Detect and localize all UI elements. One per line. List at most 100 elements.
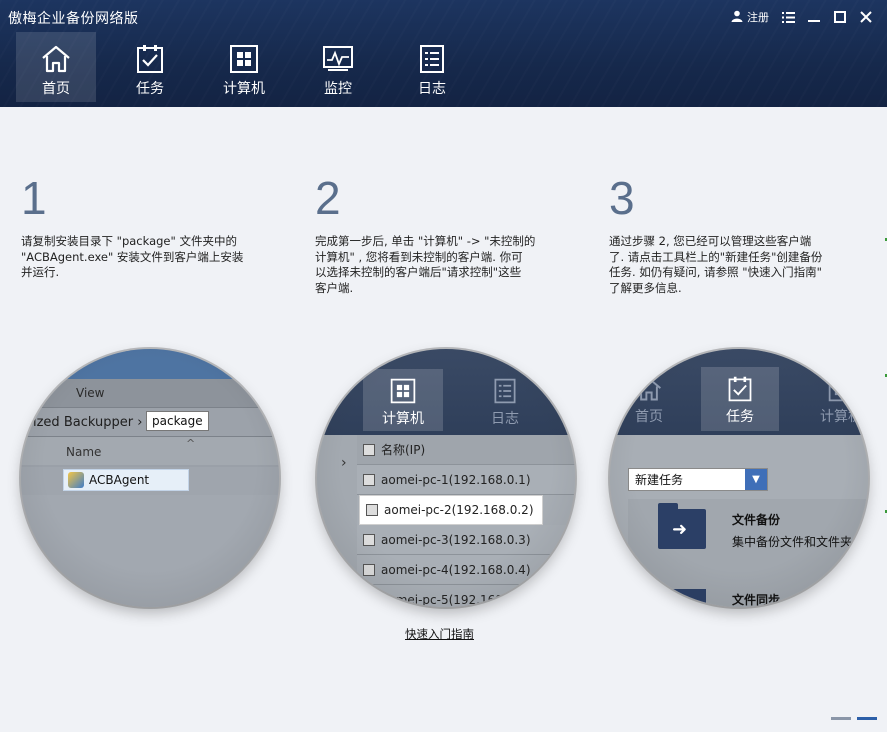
illustration-tab-computer: 计算机 bbox=[802, 367, 868, 431]
explorer-file-name: ACBAgent bbox=[89, 473, 150, 487]
illustration-tab-home-label: 首页 bbox=[635, 409, 663, 425]
nav-tasks-label: 任务 bbox=[136, 81, 164, 97]
step-line: 了解更多信息. bbox=[609, 280, 682, 295]
computer-row-label: aomei-pc-5(192.168.0.5) bbox=[381, 592, 531, 607]
illustration-tab-task: 任务 bbox=[701, 367, 779, 431]
nav-monitor[interactable]: 监控 bbox=[298, 32, 378, 102]
illustration-explorer: View ized Backupper › package Name ^ ACB… bbox=[21, 349, 279, 607]
page-dot-2[interactable] bbox=[857, 717, 877, 720]
maximize-icon[interactable] bbox=[827, 7, 853, 27]
step-line: 请复制安装目录下 "package" 文件夹中的 bbox=[21, 234, 237, 248]
new-task-select-value: 新建任务 bbox=[635, 473, 684, 487]
computer-row: aomei-pc-4(192.168.0.4) bbox=[357, 555, 575, 585]
checkbox-icon bbox=[363, 593, 375, 606]
explorer-titlebar bbox=[21, 349, 279, 379]
checkbox-icon bbox=[363, 443, 375, 456]
computer-row-label: aomei-pc-2(192.168.0.2) bbox=[384, 503, 534, 517]
illustration-new-task-select: 新建任务 ▼ bbox=[628, 468, 768, 491]
file-backup-title: 文件备份 bbox=[732, 513, 781, 527]
explorer-package-folder: package bbox=[146, 411, 209, 431]
nav-computers[interactable]: 计算机 bbox=[204, 32, 284, 102]
task-icon bbox=[728, 376, 752, 402]
step-line: 任务. 如仍有疑问, 请参照 "快速入门指南" bbox=[609, 265, 822, 279]
file-sync-title: 文件同步 bbox=[732, 593, 781, 607]
file-backup-desc: 集中备份文件和文件夹 bbox=[732, 535, 853, 549]
nav-home[interactable]: 首页 bbox=[16, 32, 96, 102]
register-button[interactable]: 注册 bbox=[731, 9, 775, 25]
nav-logs[interactable]: 日志 bbox=[392, 32, 472, 102]
explorer-file-item: ACBAgent bbox=[63, 469, 189, 491]
task-icon bbox=[137, 45, 163, 73]
computer-row-label: aomei-pc-1(192.168.0.1) bbox=[381, 472, 531, 487]
page-indicator bbox=[831, 717, 877, 720]
illustration-new-task: 首页 任务 计算机 新建任务 ▼ ➜ 文件备份 集中备份文件和文件夹 文件同步 bbox=[610, 349, 868, 607]
illustration-computer-list: 名称(IP) aomei-pc-1(192.168.0.1) aomei-pc-… bbox=[357, 435, 575, 607]
step-3: 3 通过步骤 2, 您已经可以管理这些客户端 了. 请点击工具栏上的"新建任务"… bbox=[609, 172, 844, 296]
computer-icon bbox=[828, 376, 854, 402]
nav-monitor-label: 监控 bbox=[324, 81, 352, 97]
computer-icon bbox=[390, 378, 416, 404]
checkbox-icon bbox=[363, 563, 375, 576]
step-line: 客户端. bbox=[315, 280, 354, 295]
illustration-tab-log-label: 日志 bbox=[491, 411, 519, 427]
step-line: 了. 请点击工具栏上的"新建任务"创建备份 bbox=[609, 249, 823, 264]
explorer-view-menu: View bbox=[76, 386, 105, 400]
nav-home-label: 首页 bbox=[42, 81, 70, 97]
window-controls: 注册 bbox=[731, 7, 879, 27]
step-description: 请复制安装目录下 "package" 文件夹中的 "ACBAgent.exe" … bbox=[21, 234, 256, 281]
home-icon bbox=[637, 377, 661, 401]
minimize-icon[interactable] bbox=[801, 7, 827, 27]
step-1: 1 请复制安装目录下 "package" 文件夹中的 "ACBAgent.exe… bbox=[21, 172, 256, 281]
page-dot-1[interactable] bbox=[831, 717, 851, 720]
nav-computers-label: 计算机 bbox=[223, 81, 265, 97]
computer-row-label: aomei-pc-3(192.168.0.3) bbox=[381, 532, 531, 547]
app-title: 傲梅企业备份网络版 bbox=[8, 11, 139, 27]
step-line: 完成第一步后, 单击 "计算机" -> "未控制的 bbox=[315, 234, 536, 248]
checkbox-icon bbox=[363, 533, 375, 546]
main-nav: 首页 任务 计算机 监控 日志 bbox=[16, 32, 486, 102]
computer-row-highlighted: aomei-pc-2(192.168.0.2) bbox=[359, 495, 543, 525]
illustration-task-panel: ➜ 文件备份 集中备份文件和文件夹 文件同步 bbox=[628, 499, 868, 607]
illustration-tab-computer-label: 计算机 bbox=[382, 411, 424, 427]
checkbox-icon bbox=[363, 473, 375, 486]
nav-tasks[interactable]: 任务 bbox=[110, 32, 190, 102]
sort-caret-icon: ^ bbox=[186, 437, 196, 450]
illustration-sidebar: › bbox=[317, 435, 357, 607]
explorer-path: ized Backupper › bbox=[33, 415, 143, 430]
agent-exe-icon bbox=[68, 472, 84, 488]
log-icon bbox=[420, 45, 444, 73]
computer-row: aomei-pc-5(192.168.0.5) bbox=[357, 585, 575, 607]
illustration-tab-computer: 计算机 bbox=[363, 369, 443, 431]
explorer-menubar: View bbox=[21, 379, 279, 407]
step-number: 1 bbox=[21, 172, 47, 224]
computer-icon bbox=[230, 45, 258, 73]
folder-icon bbox=[658, 589, 706, 607]
monitor-icon bbox=[323, 46, 353, 71]
step-line: "ACBAgent.exe" 安装文件到客户端上安装 bbox=[21, 249, 244, 264]
column-name-ip: 名称(IP) bbox=[381, 443, 426, 457]
folder-arrow-icon: ➜ bbox=[658, 503, 706, 549]
step-description: 完成第一步后, 单击 "计算机" -> "未控制的 计算机" , 您将看到未控制… bbox=[315, 234, 550, 296]
illustration-tab-log: 日志 bbox=[465, 369, 545, 431]
quick-start-guide-link[interactable]: 快速入门指南 bbox=[405, 626, 474, 642]
explorer-file-row: ACBAgent bbox=[21, 467, 279, 495]
checkbox-icon bbox=[366, 504, 378, 516]
computer-row: aomei-pc-3(192.168.0.3) bbox=[357, 525, 575, 555]
illustration-tab-home: 首页 bbox=[610, 367, 688, 431]
explorer-name-column: Name bbox=[66, 445, 102, 459]
illustration-tab-computer-label: 计算机 bbox=[820, 409, 862, 425]
computer-row-label: aomei-pc-4(192.168.0.4) bbox=[381, 562, 531, 577]
title-bar: 傲梅企业备份网络版 注册 首页 任务 计算机 监控 日志 bbox=[0, 0, 887, 107]
menu-icon[interactable] bbox=[775, 7, 801, 27]
chevron-down-icon: ▼ bbox=[745, 469, 767, 490]
step-number: 2 bbox=[315, 172, 341, 224]
computer-row: aomei-pc-1(192.168.0.1) bbox=[357, 465, 575, 495]
close-icon[interactable] bbox=[853, 7, 879, 27]
log-icon bbox=[494, 378, 516, 404]
step-description: 通过步骤 2, 您已经可以管理这些客户端 了. 请点击工具栏上的"新建任务"创建… bbox=[609, 234, 844, 296]
nav-logs-label: 日志 bbox=[418, 81, 446, 97]
step-number: 3 bbox=[609, 172, 635, 224]
explorer-body bbox=[21, 495, 279, 607]
illustration-computers: 计算机 日志 › 名称(IP) aomei-pc-1(192.168.0.1) … bbox=[317, 349, 575, 607]
register-label: 注册 bbox=[747, 11, 769, 24]
